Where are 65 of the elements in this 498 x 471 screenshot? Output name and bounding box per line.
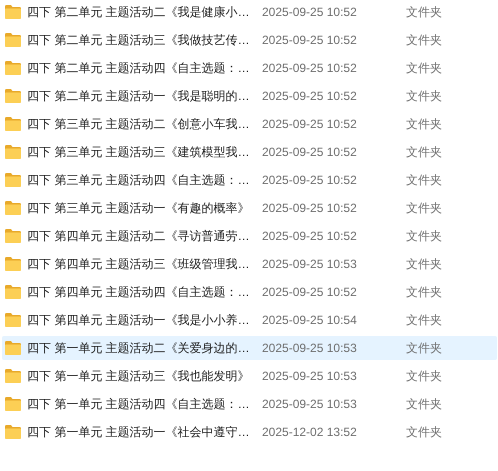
file-type: 文件夹: [406, 396, 442, 413]
file-name: 四下 第四单元 主题活动二《寻访普通劳…: [27, 228, 251, 245]
file-type: 文件夹: [406, 32, 442, 49]
modified-date: 2025-09-25 10:52: [262, 32, 358, 49]
file-type: 文件夹: [406, 424, 442, 441]
modified-date: 2025-09-25 10:52: [262, 4, 358, 21]
modified-date: 2025-09-25 10:52: [262, 284, 358, 301]
folder-icon: [5, 61, 21, 75]
modified-date: 2025-09-25 10:53: [262, 396, 358, 413]
file-name: 四下 第二单元 主题活动二《我是健康小…: [27, 4, 251, 21]
file-name: 四下 第一单元 主题活动三《我也能发明》: [27, 368, 251, 385]
file-row[interactable]: 四下 第一单元 主题活动二《关爱身边的… 2025-09-25 10:53 文件夹: [2, 336, 497, 360]
file-type: 文件夹: [406, 368, 442, 385]
folder-icon: [5, 397, 21, 411]
file-type: 文件夹: [406, 340, 442, 357]
modified-date: 2025-09-25 10:52: [262, 228, 358, 245]
file-name: 四下 第四单元 主题活动一《我是小小养…: [27, 312, 251, 329]
file-name: 四下 第三单元 主题活动二《创意小车我…: [27, 116, 251, 133]
modified-date: 2025-09-25 10:52: [262, 172, 358, 189]
file-type: 文件夹: [406, 284, 442, 301]
file-name: 四下 第二单元 主题活动一《我是聪明的…: [27, 88, 251, 105]
folder-icon: [5, 201, 21, 215]
file-type: 文件夹: [406, 200, 442, 217]
file-name: 四下 第三单元 主题活动一《有趣的概率》: [27, 200, 251, 217]
file-type: 文件夹: [406, 228, 442, 245]
folder-icon: [5, 313, 21, 327]
modified-date: 2025-09-25 10:54: [262, 312, 358, 329]
folder-icon: [5, 89, 21, 103]
file-name: 四下 第二单元 主题活动四《自主选题：…: [27, 60, 251, 77]
folder-icon: [5, 257, 21, 271]
modified-date: 2025-09-25 10:52: [262, 200, 358, 217]
file-type: 文件夹: [406, 144, 442, 161]
folder-icon: [5, 425, 21, 439]
file-type: 文件夹: [406, 256, 442, 273]
file-name: 四下 第四单元 主题活动三《班级管理我…: [27, 256, 251, 273]
file-name: 四下 第三单元 主题活动三《建筑模型我…: [27, 144, 251, 161]
file-type: 文件夹: [406, 312, 442, 329]
folder-icon: [5, 369, 21, 383]
modified-date: 2025-09-25 10:53: [262, 340, 358, 357]
folder-icon: [5, 117, 21, 131]
modified-date: 2025-09-25 10:53: [262, 256, 358, 273]
file-name: 四下 第一单元 主题活动四《自主选题：…: [27, 396, 251, 413]
modified-date: 2025-12-02 13:52: [262, 424, 358, 441]
modified-date: 2025-09-25 10:52: [262, 88, 358, 105]
folder-icon: [5, 229, 21, 243]
file-name: 四下 第四单元 主题活动四《自主选题：…: [27, 284, 251, 301]
folder-icon: [5, 145, 21, 159]
file-type: 文件夹: [406, 88, 442, 105]
file-type: 文件夹: [406, 60, 442, 77]
folder-icon: [5, 341, 21, 355]
file-name: 四下 第二单元 主题活动三《我做技艺传…: [27, 32, 251, 49]
file-name: 四下 第一单元 主题活动二《关爱身边的…: [27, 340, 251, 357]
file-type: 文件夹: [406, 172, 442, 189]
folder-icon: [5, 33, 21, 47]
file-name: 四下 第三单元 主题活动四《自主选题：…: [27, 172, 251, 189]
modified-date: 2025-09-25 10:53: [262, 368, 358, 385]
folder-icon: [5, 285, 21, 299]
modified-date: 2025-09-25 10:52: [262, 144, 358, 161]
modified-date: 2025-09-25 10:52: [262, 116, 358, 133]
folder-icon: [5, 173, 21, 187]
file-type: 文件夹: [406, 116, 442, 133]
modified-date: 2025-09-25 10:52: [262, 60, 358, 77]
folder-icon: [5, 5, 21, 19]
file-name: 四下 第一单元 主题活动一《社会中遵守…: [27, 424, 251, 441]
file-type: 文件夹: [406, 4, 442, 21]
